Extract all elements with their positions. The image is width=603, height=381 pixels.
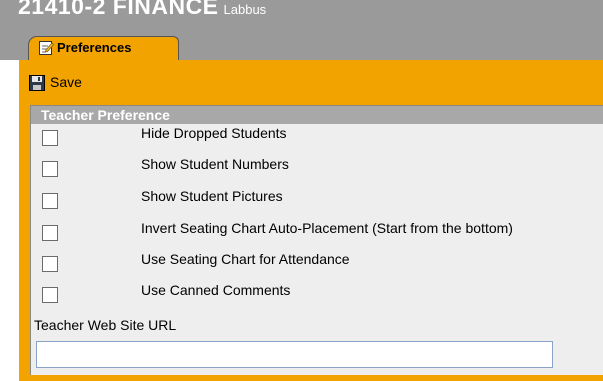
preference-row-invert-seating: Invert Seating Chart Auto-Placement (Sta… <box>31 220 603 250</box>
preference-label: Show Student Pictures <box>141 188 283 204</box>
teacher-name: Labbus <box>223 2 267 17</box>
course-title-text: 21410-2 FINANCE <box>18 0 219 19</box>
preference-label: Use Canned Comments <box>141 282 291 298</box>
teacher-preference-panel: Teacher Preference Hide Dropped Students… <box>30 105 603 375</box>
show-student-numbers-checkbox[interactable] <box>42 161 58 177</box>
panel-header: Teacher Preference <box>31 106 603 124</box>
tab-preferences-label: Preferences <box>57 40 132 55</box>
floppy-disk-icon <box>29 75 45 96</box>
preference-row-show-numbers: Show Student Numbers <box>31 156 603 186</box>
edit-note-icon <box>38 40 55 61</box>
course-title: 21410-2 FINANCE Labbus <box>18 0 266 20</box>
preference-row-show-pictures: Show Student Pictures <box>31 188 603 218</box>
preference-row-seating-attendance: Use Seating Chart for Attendance <box>31 251 603 281</box>
save-label: Save <box>50 74 82 90</box>
canned-comments-checkbox[interactable] <box>42 287 58 303</box>
seating-chart-attendance-checkbox[interactable] <box>42 256 58 272</box>
show-student-pictures-checkbox[interactable] <box>42 193 58 209</box>
preference-label: Use Seating Chart for Attendance <box>141 251 350 267</box>
preference-row-hide-dropped: Hide Dropped Students <box>31 125 603 155</box>
tab-preferences[interactable]: Preferences <box>28 36 179 60</box>
url-label: Teacher Web Site URL <box>34 317 177 333</box>
invert-seating-chart-checkbox[interactable] <box>42 225 58 241</box>
preference-label: Show Student Numbers <box>141 156 289 172</box>
preferences-content: Save Teacher Preference Hide Dropped Stu… <box>19 60 603 381</box>
top-bar: 21410-2 FINANCE Labbus Preferences <box>0 0 603 60</box>
preference-row-canned-comments: Use Canned Comments <box>31 282 603 312</box>
teacher-website-url-input[interactable] <box>36 341 553 368</box>
hide-dropped-students-checkbox[interactable] <box>42 130 58 146</box>
preference-label: Hide Dropped Students <box>141 125 287 141</box>
preference-label: Invert Seating Chart Auto-Placement (Sta… <box>141 220 513 236</box>
